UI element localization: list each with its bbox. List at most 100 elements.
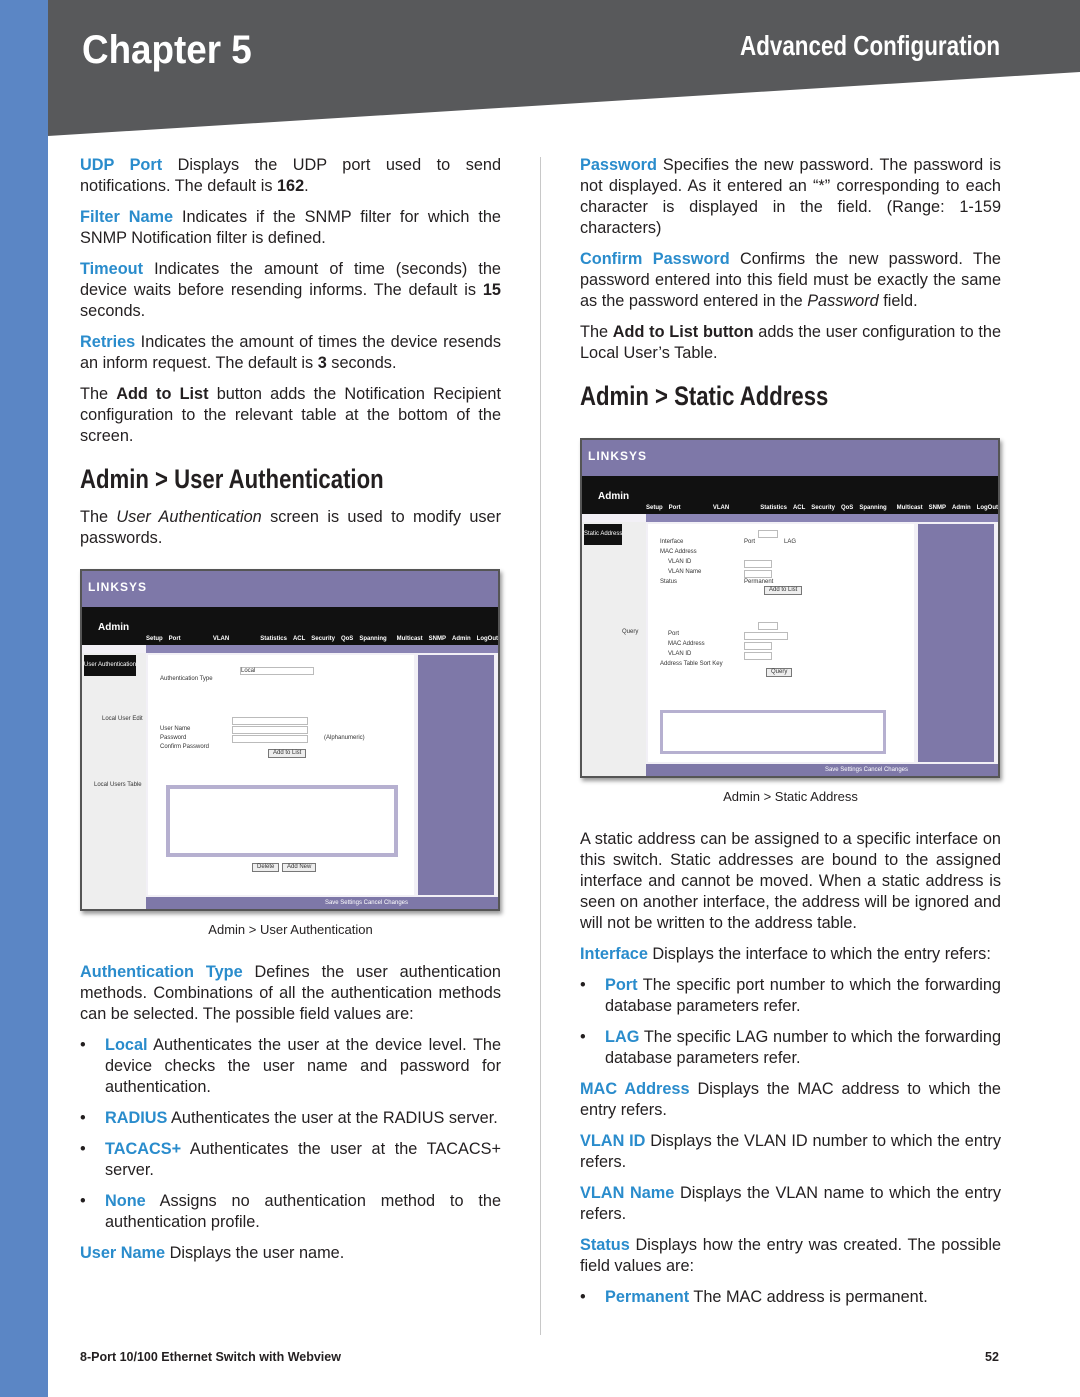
input-field [758,530,778,538]
input-field [758,622,778,630]
text-run: User Authentication [116,508,262,526]
screen-button[interactable]: Delete [252,863,280,872]
term-label: Authentication Type [80,963,243,981]
input-field [744,560,772,568]
section-heading: Admin > User Authentication [80,464,384,494]
term-label: None [105,1192,146,1210]
bullet-list: Local Authenticates the user at the devi… [80,1035,501,1233]
field-label: Status [660,579,678,585]
chapter-title: Chapter 5 [82,28,252,72]
text-run: The [80,385,117,403]
term-label: Confirm Password [580,250,730,268]
screen-sidebar: Static Address Query [582,522,646,776]
left-column: UDP Port Displays the UDP port used to s… [80,155,501,1274]
list-item: TACACS+ Authenticates the user at the TA… [80,1139,501,1181]
input-field [744,632,788,640]
text-run: Authenticates the user at the device lev… [105,1036,501,1096]
term-label: Filter Name [80,208,174,226]
page-number: 52 [985,1350,999,1364]
screen-section-label: Admin [598,491,630,502]
text-run: Displays the user name. [165,1244,345,1262]
term-label: Local [105,1036,148,1054]
text-run: The specific LAG number to which the for… [605,1028,1001,1067]
screen-button[interactable]: Add to List [268,749,307,758]
screen-button[interactable]: Add New [282,863,317,872]
paragraph: VLAN ID Displays the VLAN ID number to w… [580,1131,1001,1173]
text-run: field. [878,292,918,310]
term-label: Password [580,156,657,174]
term-label: Port [605,976,638,994]
field-label: Port [744,539,756,545]
screen-footer: Save Settings Cancel Changes [146,897,498,909]
text-run: Indicates the amount of times the device… [80,333,501,372]
footer-product: 8-Port 10/100 Ethernet Switch with Webvi… [80,1350,341,1364]
address-table [660,710,886,754]
paragraph: Authentication Type Defines the user aut… [80,962,501,1025]
list-item: Port The specific port number to which t… [580,975,1001,1017]
text-run: seconds. [80,302,146,320]
text-run: Password [807,292,879,310]
list-item: Permanent The MAC address is permanent. [580,1287,1001,1308]
paragraph: VLAN Name Displays the VLAN name to whic… [580,1183,1001,1225]
section-title: Advanced Configuration [739,30,1000,61]
screenshot-auth: LINKSYSAdminSetupPort ManagementVLAN Man… [80,569,500,911]
help-panel [418,655,494,895]
text-run: Authenticates the user at the RADIUS ser… [167,1109,498,1127]
text-run: Displays the interface to which the entr… [647,945,991,963]
screen-button[interactable]: Query [766,668,793,677]
term-label: Retries [80,333,136,351]
text-run: The specific port number to which the fo… [605,976,1001,1015]
sidebar-label: Query [622,629,639,635]
term-label: VLAN Name [580,1184,675,1202]
paragraph: A static address can be assigned to a sp… [580,829,1001,934]
sidebar-label: Local User Edit [102,716,143,722]
linksys-logo: LINKSYS [88,580,148,594]
term-label: Interface [580,945,648,963]
sidebar-label: Static Address [584,524,623,545]
sidebar-label: Local Users Table [94,782,142,788]
list-item: LAG The specific LAG number to which the… [580,1027,1001,1069]
field-label: (Alphanumeric) [324,735,365,741]
paragraph: The Add to List button adds the user con… [580,322,1001,364]
text-input [232,735,308,743]
screen-main: Authentication Type User Name Password Conf… [148,655,414,895]
bullet-list: Permanent The MAC address is permanent. [580,1287,1001,1308]
users-table [166,785,398,857]
term-label: Status [580,1236,630,1254]
paragraph: The Add to List button adds the Notifica… [80,384,501,447]
paragraph: Status Displays how the entry was create… [580,1235,1001,1277]
paragraph: Filter Name Indicates if the SNMP filter… [80,207,501,249]
field-label: Address Table Sort Key [660,661,723,667]
text-run: The [580,323,613,341]
list-item: RADIUS Authenticates the user at the RAD… [80,1108,501,1129]
text-run: The [80,508,117,526]
input-field [744,570,772,578]
paragraph: Confirm Password Confirms the new passwo… [580,249,1001,312]
paragraph: UDP Port Displays the UDP port used to s… [80,155,501,197]
sidebar-label: User Authentication [84,655,137,676]
paragraph: Password Specifies the new password. The… [580,155,1001,239]
field-label: Authentication Type [160,676,213,682]
figure: LINKSYSAdminSetupPort ManagementVLAN Man… [80,569,501,940]
list-item: Local Authenticates the user at the devi… [80,1035,501,1098]
input-field [744,642,772,650]
text-run: 3 [317,354,327,372]
term-label: User Name [80,1244,166,1262]
text-run: Assigns no authentication method to the … [105,1192,501,1231]
screenshot-static: LINKSYSAdminSetupPort ManagementVLAN Man… [580,438,1000,778]
paragraph: Timeout Indicates the amount of time (se… [80,259,501,322]
term-label: RADIUS [105,1109,168,1127]
text-input [232,717,308,725]
side-color-strip [0,0,48,1397]
screen-button[interactable]: Add to List [764,586,803,595]
linksys-logo: LINKSYS [588,449,648,463]
term-label: VLAN ID [580,1132,646,1150]
right-column: Password Specifies the new password. The… [580,155,1001,1318]
term-label: Permanent [605,1288,690,1306]
text-run: The MAC address is permanent. [689,1288,928,1306]
screen-subnav [646,514,998,522]
paragraph: The User Authentication screen is used t… [80,507,501,549]
text-run: seconds. [326,354,397,372]
term-label: TACACS+ [105,1140,182,1158]
figure-caption: Admin > Static Address [723,789,858,804]
